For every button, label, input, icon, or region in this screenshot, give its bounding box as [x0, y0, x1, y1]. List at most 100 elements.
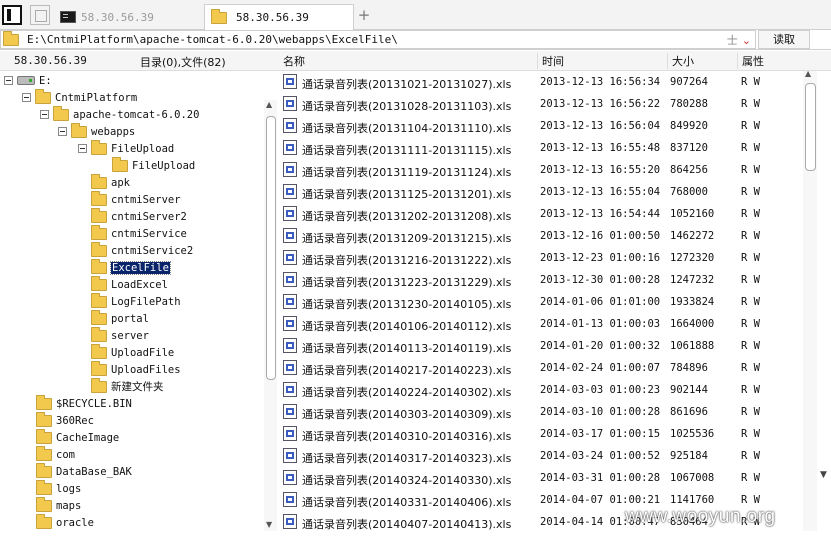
panel-toggle-button[interactable] [2, 5, 22, 25]
folder-icon [91, 360, 107, 376]
file-name: 通话录音列表(20140407-20140413).xls [302, 518, 512, 531]
tree-item[interactable]: server [91, 326, 149, 344]
tree-item[interactable]: UploadFiles [91, 360, 181, 378]
tree-item[interactable]: CacheImage [36, 428, 119, 446]
file-date: 2013-12-30 01:00:28 [540, 274, 661, 286]
column-name[interactable]: 名称 [279, 53, 537, 69]
tree-item[interactable]: oracle [36, 513, 94, 531]
file-size: 849920 [670, 120, 708, 132]
file-row[interactable]: 通话录音列表(20140217-20140223).xls 2014-02-24 … [277, 357, 803, 379]
tree-item[interactable]: logs [36, 479, 81, 497]
file-row[interactable]: 通话录音列表(20131028-20131103).xls 2013-12-13 … [277, 93, 803, 115]
read-button[interactable]: 读取 [758, 30, 810, 49]
tree-item[interactable]: apk [91, 173, 130, 191]
column-size[interactable]: 大小 [667, 53, 737, 69]
file-row[interactable]: 通话录音列表(20131104-20131110).xls 2013-12-13 … [277, 115, 803, 137]
tree-item[interactable]: cntmiService [91, 224, 187, 242]
file-row[interactable]: 通话录音列表(20131202-20131208).xls 2013-12-13 … [277, 203, 803, 225]
tree-item[interactable]: $RECYCLE.BIN [36, 394, 132, 412]
folder-icon [91, 377, 107, 393]
collapse-toggle-icon[interactable] [4, 76, 13, 85]
tree-item[interactable]: LoadExcel [91, 275, 168, 293]
folder-icon [91, 190, 107, 206]
file-row[interactable]: 通话录音列表(20140113-20140119).xls 2014-01-20 … [277, 335, 803, 357]
file-attributes: R W [741, 384, 760, 396]
tab-file-manager[interactable]: 58.30.56.39 [204, 4, 354, 30]
collapse-toggle-icon[interactable] [22, 93, 31, 102]
collapse-toggle-icon[interactable] [40, 110, 49, 119]
file-name: 通话录音列表(20131202-20131208).xls [302, 210, 512, 223]
file-row[interactable]: 通话录音列表(20131111-20131115).xls 2013-12-13 … [277, 137, 803, 159]
tree-item[interactable]: LogFilePath [91, 292, 181, 310]
tree-item[interactable]: FileUpload [78, 139, 174, 157]
tree-item[interactable]: com [36, 445, 75, 463]
file-row[interactable]: 通话录音列表(20131230-20140105).xls 2014-01-06 … [277, 291, 803, 313]
tree-item[interactable]: DataBase_BAK [36, 462, 132, 480]
scroll-thumb[interactable] [266, 116, 276, 380]
tree-item[interactable]: ExcelFile [91, 258, 171, 276]
file-date: 2014-04-07 01:00:21 [540, 494, 661, 506]
file-attributes: R W [741, 230, 760, 242]
file-attributes: R W [741, 428, 760, 440]
file-row[interactable]: 通话录音列表(20140303-20140309).xls 2014-03-10 … [277, 401, 803, 423]
file-date: 2014-03-24 01:00:52 [540, 450, 661, 462]
collapse-toggle-icon[interactable] [58, 127, 67, 136]
scroll-down-icon[interactable]: ▼ [820, 470, 827, 480]
tab-terminal[interactable]: 58.30.56.39 [54, 4, 204, 30]
file-size: 784896 [670, 362, 708, 374]
file-row[interactable]: 通话录音列表(20131125-20131201).xls 2013-12-13 … [277, 181, 803, 203]
file-row[interactable]: 通话录音列表(20140106-20140112).xls 2014-01-13 … [277, 313, 803, 335]
file-row[interactable]: 通话录音列表(20131119-20131124).xls 2013-12-13 … [277, 159, 803, 181]
tree-item[interactable]: maps [36, 496, 81, 514]
scroll-thumb[interactable] [805, 83, 816, 171]
scroll-up-icon: ▲ [266, 100, 273, 109]
folder-icon [91, 207, 107, 223]
tree-item[interactable]: cntmiServer [91, 190, 181, 208]
tree-item-label: E: [39, 74, 52, 87]
file-row[interactable]: 通话录音列表(20131021-20131027).xls 2013-12-13 … [277, 71, 803, 93]
file-row[interactable]: 通话录音列表(20140324-20140330).xls 2014-03-31 … [277, 467, 803, 489]
tree-item[interactable]: cntmiServer2 [91, 207, 187, 225]
excel-file-icon [283, 470, 297, 485]
tree-item-label: server [111, 329, 149, 342]
tree-item[interactable]: 新建文件夹 [91, 377, 164, 395]
tree-item-label: oracle [56, 516, 94, 529]
file-row[interactable]: 通话录音列表(20131216-20131222).xls 2013-12-23 … [277, 247, 803, 269]
file-list-header: 名称 时间 大小 属性 [277, 51, 831, 71]
file-list-scrollbar[interactable]: ▲ [803, 69, 817, 531]
excel-file-icon [283, 294, 297, 309]
tree-item[interactable]: CntmiPlatform [22, 88, 137, 106]
tree-item[interactable]: webapps [58, 122, 135, 140]
folder-icon [91, 309, 107, 325]
column-date[interactable]: 时间 [537, 53, 667, 69]
column-attr[interactable]: 属性 [737, 53, 817, 69]
tree-item[interactable]: E: [4, 72, 52, 89]
file-row[interactable]: 通话录音列表(20140224-20140302).xls 2014-03-03 … [277, 379, 803, 401]
new-window-button[interactable] [30, 5, 50, 25]
file-row[interactable]: 通话录音列表(20131209-20131215).xls 2013-12-16 … [277, 225, 803, 247]
tree-item[interactable]: 360Rec [36, 411, 94, 429]
tree-item[interactable]: apache-tomcat-6.0.20 [40, 105, 199, 123]
file-name: 通话录音列表(20131223-20131229).xls [302, 276, 512, 289]
tree-item[interactable]: UploadFile [91, 343, 174, 361]
folder-icon [91, 326, 107, 342]
path-dropdown[interactable]: 士 ⌄ [727, 32, 751, 48]
file-date: 2014-03-17 01:00:15 [540, 428, 661, 440]
file-name: 通话录音列表(20140310-20140316).xls [302, 430, 512, 443]
scroll-up-icon: ▲ [805, 69, 812, 78]
file-row[interactable]: 通话录音列表(20140317-20140323).xls 2014-03-24 … [277, 445, 803, 467]
file-row[interactable]: 通话录音列表(20140310-20140316).xls 2014-03-17 … [277, 423, 803, 445]
tree-item[interactable]: FileUpload [112, 156, 195, 174]
file-name: 通话录音列表(20131119-20131124).xls [302, 166, 512, 179]
file-size: 1141760 [670, 494, 715, 506]
excel-file-icon [283, 316, 297, 331]
tree-item[interactable]: portal [91, 309, 149, 327]
add-tab-button[interactable]: + [356, 6, 372, 24]
collapse-toggle-icon[interactable] [78, 144, 87, 153]
tree-scrollbar[interactable]: ▲ ▼ [264, 100, 277, 531]
file-row[interactable]: 通话录音列表(20131223-20131229).xls 2013-12-30 … [277, 269, 803, 291]
tree-item-label: com [56, 448, 75, 461]
folder-icon [91, 343, 107, 359]
path-input[interactable]: E:\CntmiPlatform\apache-tomcat-6.0.20\we… [0, 30, 756, 49]
tree-item[interactable]: cntmiService2 [91, 241, 193, 259]
